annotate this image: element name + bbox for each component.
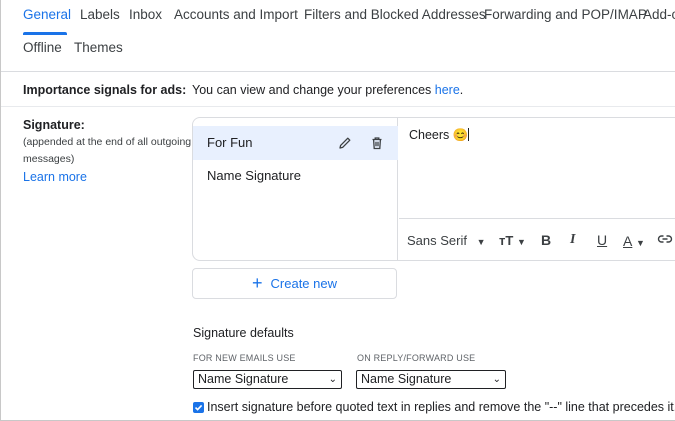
tab-filters-and-blocked-addresses[interactable]: Filters and Blocked Addresses (304, 0, 486, 30)
new-emails-selected-value: Name Signature (198, 372, 289, 386)
text-size-button[interactable]: тT ▼ (499, 233, 526, 248)
tab-themes[interactable]: Themes (74, 33, 123, 63)
tab-forwarding-pop-imap[interactable]: Forwarding and POP/IMAP (484, 0, 647, 30)
formatting-toolbar: Sans Serif ▼ тT ▼ B I U A ▼ (399, 218, 675, 260)
italic-button[interactable]: I (570, 232, 575, 248)
chevron-down-icon: ▼ (516, 237, 526, 247)
tab-labels[interactable]: Labels (80, 0, 120, 30)
signature-item-name-signature[interactable]: Name Signature (193, 159, 398, 193)
create-new-label: Create new (270, 276, 337, 291)
chevron-down-icon: ▼ (635, 238, 645, 248)
learn-more-link[interactable]: Learn more (23, 170, 87, 184)
settings-tabs: General Labels Inbox Accounts and Import… (1, 0, 675, 30)
font-family-label: Sans Serif (407, 233, 467, 248)
importance-signals-text: You can view and change your preferences… (192, 83, 463, 97)
signature-panel: For Fun Name Signature Cheers 😊 Sans Ser… (192, 117, 675, 261)
tab-add-ons[interactable]: Add-o (643, 0, 675, 30)
new-emails-select[interactable]: Name Signature ⌄ (193, 370, 342, 389)
signature-label: Signature: (23, 118, 85, 132)
underline-button[interactable]: U (597, 232, 607, 248)
tab-inbox[interactable]: Inbox (129, 0, 162, 30)
text-size-icon: тT (499, 233, 514, 248)
reply-forward-selected-value: Name Signature (361, 372, 452, 386)
text-cursor (468, 128, 470, 141)
tab-accounts-and-import[interactable]: Accounts and Import (174, 0, 298, 30)
edit-pencil-icon[interactable] (335, 133, 355, 153)
delete-trash-icon[interactable] (367, 133, 387, 153)
create-new-button[interactable]: + Create new (192, 268, 397, 299)
insert-signature-checkbox[interactable] (193, 402, 204, 413)
signature-defaults-title: Signature defaults (193, 326, 294, 340)
importance-signals-label: Importance signals for ads: (23, 83, 187, 97)
tab-general[interactable]: General (23, 0, 71, 30)
text-color-icon: A (623, 233, 633, 249)
signature-editor-text: Cheers 😊 (409, 128, 469, 142)
reply-forward-label: ON REPLY/FORWARD USE (357, 353, 476, 363)
text-color-button[interactable]: A ▼ (623, 233, 645, 249)
importance-period: . (459, 83, 464, 97)
plus-icon: + (252, 273, 263, 293)
importance-description: You can view and change your preferences (192, 83, 435, 97)
tabs-divider (1, 71, 675, 72)
reply-forward-select[interactable]: Name Signature ⌄ (356, 370, 506, 389)
link-icon[interactable] (657, 231, 673, 250)
insert-signature-label: Insert signature before quoted text in r… (207, 400, 675, 414)
signature-list: For Fun Name Signature (193, 118, 398, 260)
checkmark-icon (194, 404, 203, 411)
section-divider (1, 106, 675, 107)
chevron-down-icon: ▼ (476, 237, 486, 247)
font-family-select[interactable]: Sans Serif ▼ (407, 233, 486, 248)
preferences-link[interactable]: here (435, 83, 460, 97)
signature-item-label: For Fun (207, 135, 253, 150)
signature-subtext-line1: (appended at the end of all outgoing (23, 136, 192, 148)
bold-button[interactable]: B (541, 232, 551, 248)
signature-subtext-line2: messages) (23, 153, 75, 165)
chevron-down-icon: ⌄ (492, 374, 501, 385)
settings-page: General Labels Inbox Accounts and Import… (0, 0, 675, 421)
signature-editor[interactable]: Cheers 😊 (399, 118, 675, 218)
chevron-down-icon: ⌄ (328, 374, 337, 385)
signature-item-label: Name Signature (207, 168, 301, 183)
new-emails-label: FOR NEW EMAILS USE (193, 353, 296, 363)
settings-tabs-row-2: Offline Themes (1, 33, 675, 63)
tab-offline[interactable]: Offline (23, 33, 62, 63)
